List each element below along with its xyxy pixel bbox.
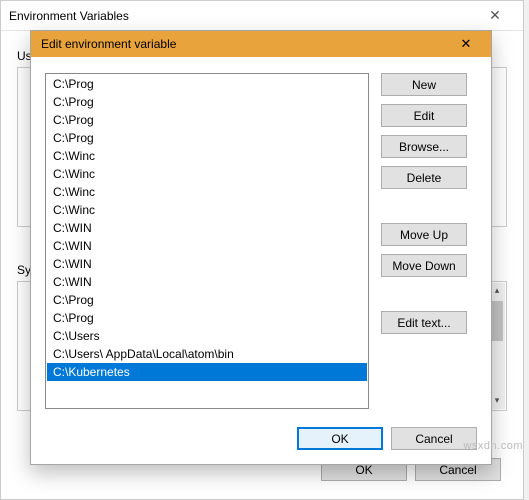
path-row[interactable]: C:\Prog [47, 75, 367, 93]
path-row[interactable]: C:\Prog [47, 309, 367, 327]
edit-titlebar[interactable]: Edit environment variable ✕ [31, 31, 491, 57]
ok-button[interactable]: OK [297, 427, 383, 450]
edit-environment-variable-dialog: Edit environment variable ✕ C:\ProgC:\Pr… [30, 30, 492, 465]
bg-title: Environment Variables [9, 9, 129, 23]
path-row[interactable]: C:\Kubernetes [47, 363, 367, 381]
close-icon[interactable]: ✕ [447, 34, 485, 54]
edit-button[interactable]: Edit [381, 104, 467, 127]
path-row[interactable]: C:\Users [47, 327, 367, 345]
path-row[interactable]: C:\Winc [47, 201, 367, 219]
path-row[interactable]: C:\Winc [47, 165, 367, 183]
path-row[interactable]: C:\Prog [47, 129, 367, 147]
edit-text-button[interactable]: Edit text... [381, 311, 467, 334]
path-row[interactable]: C:\Prog [47, 111, 367, 129]
move-down-button[interactable]: Move Down [381, 254, 467, 277]
path-row[interactable]: C:\WIN [47, 255, 367, 273]
path-row[interactable]: C:\WIN [47, 219, 367, 237]
browse-button[interactable]: Browse... [381, 135, 467, 158]
path-row[interactable]: C:\Winc [47, 147, 367, 165]
path-row[interactable]: C:\Winc [47, 183, 367, 201]
watermark: wsxdn.com [463, 440, 523, 452]
path-row[interactable]: C:\Prog [47, 291, 367, 309]
close-icon[interactable]: ✕ [475, 7, 515, 24]
scroll-thumb[interactable] [491, 301, 503, 341]
path-row[interactable]: C:\Users\ AppData\Local\atom\bin [47, 345, 367, 363]
new-button[interactable]: New [381, 73, 467, 96]
move-up-button[interactable]: Move Up [381, 223, 467, 246]
path-listbox[interactable]: C:\ProgC:\ProgC:\ProgC:\ProgC:\WincC:\Wi… [45, 73, 369, 409]
edit-body: C:\ProgC:\ProgC:\ProgC:\ProgC:\WincC:\Wi… [31, 57, 491, 419]
side-buttons: New Edit Browse... Delete Move Up Move D… [381, 73, 477, 409]
path-row[interactable]: C:\Prog [47, 93, 367, 111]
path-row[interactable]: C:\WIN [47, 237, 367, 255]
path-row[interactable]: C:\WIN [47, 273, 367, 291]
delete-button[interactable]: Delete [381, 166, 467, 189]
bg-titlebar: Environment Variables ✕ [1, 1, 523, 31]
edit-dialog-title: Edit environment variable [41, 37, 176, 51]
edit-footer: OK Cancel [31, 419, 491, 464]
